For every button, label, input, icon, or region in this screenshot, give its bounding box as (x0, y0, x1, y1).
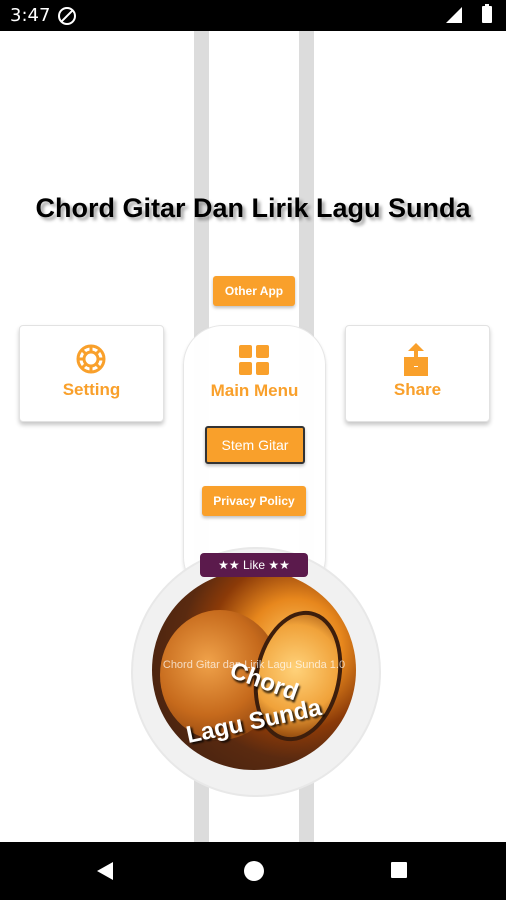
share-icon (404, 343, 428, 376)
drum-image: Chord Gitar dan Lirik Lagu Sunda 1.0 Cho… (152, 570, 356, 770)
app-title: Chord Gitar Dan Lirik Lagu Sunda (35, 193, 471, 223)
battery-icon (482, 4, 492, 23)
do-not-disturb-icon (58, 7, 76, 25)
other-app-button[interactable]: Other App (213, 276, 295, 306)
main-menu-label: Main Menu (210, 381, 299, 400)
status-bar: 3:47 (0, 0, 506, 31)
gear-icon (76, 344, 106, 374)
like-button[interactable]: ★★ Like ★★ (200, 553, 308, 577)
privacy-policy-button[interactable]: Privacy Policy (202, 486, 306, 516)
stem-gitar-button[interactable]: Stem Gitar (205, 426, 305, 464)
signal-icon (446, 7, 462, 23)
navigation-bar (0, 842, 506, 900)
home-icon[interactable] (244, 861, 264, 881)
share-label: Share (393, 380, 442, 399)
back-icon[interactable] (97, 862, 113, 880)
setting-label: Setting (62, 380, 121, 399)
status-time: 3:47 (10, 5, 51, 26)
recent-apps-icon[interactable] (391, 862, 407, 878)
grid-icon (239, 345, 269, 375)
